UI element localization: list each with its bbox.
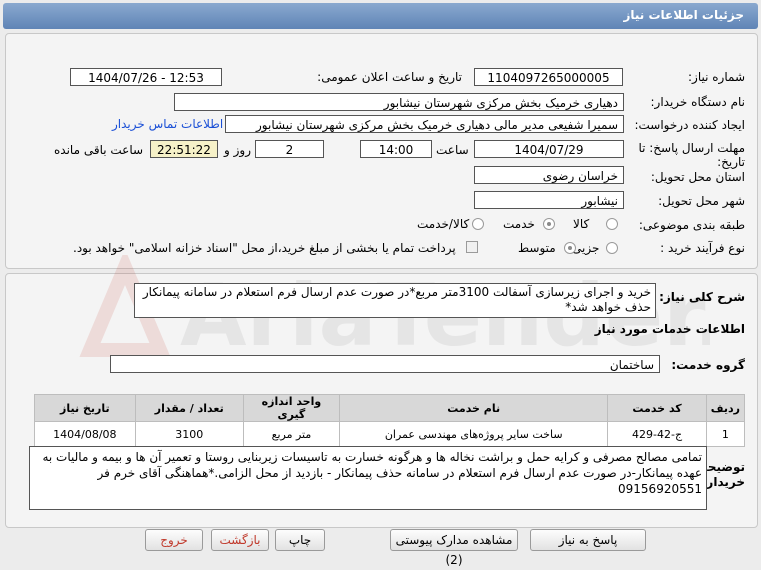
back-button[interactable]: بازگشت <box>211 529 269 551</box>
col-need-date: تاریخ نیاز <box>34 394 136 422</box>
view-attachments-button[interactable]: مشاهده مدارک پیوستی (2) <box>390 529 518 567</box>
process-radio-medium[interactable] <box>564 242 576 254</box>
need-number-field[interactable]: 1104097265000005 <box>474 68 623 86</box>
buyer-notes-field[interactable]: تمامی مصالح مصرفی و کرایه حمل و براشت نخ… <box>29 446 707 510</box>
col-row: ردیف <box>705 394 746 422</box>
treasury-payment-checkbox[interactable] <box>466 241 478 253</box>
city-label: شهر محل تحویل: <box>658 194 745 208</box>
category-radio-goods-service[interactable] <box>472 218 484 230</box>
description-field[interactable]: خرید و اجرای زیرسازی آسفالت 3100متر مربع… <box>134 283 656 318</box>
process-type-label: نوع فرآیند خرید : <box>660 241 745 255</box>
services-info-heading: اطلاعات خدمات مورد نیاز <box>594 322 745 336</box>
deadline-date-field[interactable]: 1404/07/29 <box>474 140 624 158</box>
title-bar: جزئیات اطلاعات نیاز <box>3 3 758 29</box>
province-field[interactable]: خراسان رضوی <box>474 166 624 184</box>
category-option-goods: کالا <box>573 217 590 231</box>
deadline-label: مهلت ارسال پاسخ: تا تاریخ: <box>638 141 745 169</box>
time-word: ساعت <box>436 143 469 157</box>
remaining-time-field: 22:51:22 <box>150 140 218 158</box>
buyer-org-label: نام دستگاه خریدار: <box>650 95 746 109</box>
buyer-org-field[interactable]: دهیاری خرمیک بخش مرکزی شهرستان نیشابور <box>174 93 624 111</box>
deadline-time-field[interactable]: 14:00 <box>360 140 432 158</box>
announce-datetime-field[interactable]: 1404/07/26 - 12:53 <box>70 68 222 86</box>
days-field[interactable]: 2 <box>255 140 324 158</box>
service-group-field[interactable]: ساختمان <box>110 355 660 373</box>
cell-row: 1 <box>705 421 746 447</box>
col-service-code: کد خدمت <box>607 394 707 422</box>
cell-service-name: ساخت سایر پروژه‌های مهندسی عمران <box>339 421 609 447</box>
services-table: ردیف کد خدمت نام خدمت واحد اندازه گیری ت… <box>34 394 746 447</box>
days-and-word: روز و <box>224 143 251 157</box>
col-quantity: تعداد / مقدار <box>134 394 244 422</box>
process-option-medium: متوسط <box>518 241 556 255</box>
col-service-name: نام خدمت <box>339 394 609 422</box>
request-creator-field[interactable]: سمیرا شفیعی مدیر مالی دهیاری خرمیک بخش م… <box>225 115 624 133</box>
print-button[interactable]: چاپ <box>275 529 325 551</box>
treasury-payment-note: پرداخت تمام یا بخشی از مبلغ خرید،از محل … <box>73 241 456 255</box>
cell-service-code: ج-42-429 <box>607 421 707 447</box>
category-option-service: خدمت <box>503 217 535 231</box>
reply-button[interactable]: پاسخ به نیاز <box>530 529 646 551</box>
buyer-contact-link[interactable]: اطلاعات تماس خریدار <box>112 117 223 131</box>
cell-need-date: 1404/08/08 <box>34 421 136 447</box>
city-field[interactable]: نیشابور <box>474 191 624 209</box>
category-option-goods-service: کالا/خدمت <box>417 217 470 231</box>
exit-button[interactable]: خروج <box>145 529 203 551</box>
service-group-label: گروه خدمت: <box>671 358 745 372</box>
remaining-label: ساعت باقی مانده <box>54 143 144 157</box>
description-label: شرح کلی نیاز: <box>659 290 745 304</box>
announce-datetime-label: تاریخ و ساعت اعلان عمومی: <box>317 70 462 84</box>
province-label: استان محل تحویل: <box>650 170 745 184</box>
col-unit: واحد اندازه گیری <box>242 394 341 422</box>
page-title: جزئیات اطلاعات نیاز <box>623 8 744 22</box>
need-number-label: شماره نیاز: <box>688 70 745 84</box>
process-radio-minor[interactable] <box>606 242 618 254</box>
category-radio-goods[interactable] <box>606 218 618 230</box>
category-label: طبقه بندی موضوعی: <box>638 218 745 232</box>
request-creator-label: ایجاد کننده درخواست: <box>634 118 745 132</box>
cell-unit: متر مربع <box>242 421 341 447</box>
table-row[interactable]: 1 ج-42-429 ساخت سایر پروژه‌های مهندسی عم… <box>34 421 746 447</box>
category-radio-service[interactable] <box>543 218 555 230</box>
process-option-minor: جزیی <box>572 241 600 255</box>
cell-quantity: 3100 <box>134 421 244 447</box>
table-header-row: ردیف کد خدمت نام خدمت واحد اندازه گیری ت… <box>34 394 746 422</box>
